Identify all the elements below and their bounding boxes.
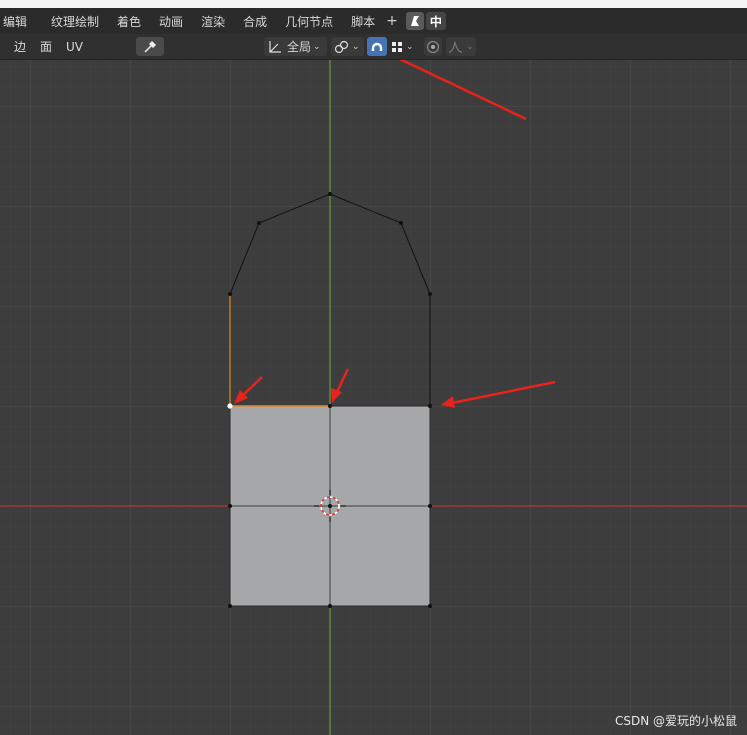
- eyedropper-icon[interactable]: [136, 37, 164, 56]
- snap-toggle-button[interactable]: [367, 37, 387, 56]
- chevron-down-icon: ⌄: [313, 41, 321, 52]
- tab-edit[interactable]: 编辑: [0, 13, 36, 30]
- tab-animation[interactable]: 动画: [150, 13, 192, 30]
- viewport-header: 边 面 UV 全局 ⌄ ⌄ ⌄ ⌄: [0, 34, 747, 60]
- active-vertex[interactable]: [227, 403, 233, 409]
- tab-rendering[interactable]: 渲染: [192, 13, 234, 30]
- select-mode-face[interactable]: 面: [38, 37, 54, 56]
- uv-menu[interactable]: UV: [64, 37, 85, 56]
- pivot-point-dropdown[interactable]: ⌄: [331, 37, 364, 56]
- window-top-strip: [0, 0, 747, 8]
- pivot-icon: [334, 40, 349, 53]
- transform-orientation-dropdown[interactable]: 全局 ⌄: [264, 37, 327, 56]
- magnet-icon: [371, 42, 383, 51]
- proportional-edit-button[interactable]: [424, 37, 442, 56]
- snap-vertex-icon: [392, 41, 402, 52]
- tab-compositing[interactable]: 合成: [234, 13, 276, 30]
- grid-major: [0, 60, 747, 735]
- transform-orientation-label: 全局: [287, 40, 312, 54]
- workspace-tabs-bar: 编辑 纹理绘制 着色 动画 渲染 合成 几何节点 脚本 + 中: [0, 8, 747, 34]
- select-mode-edge[interactable]: 边: [12, 37, 28, 56]
- snap-target-dropdown[interactable]: ⌄: [390, 37, 418, 56]
- language-toggle-button[interactable]: 中: [425, 12, 446, 30]
- tab-shading[interactable]: 着色: [108, 13, 150, 30]
- tab-texture-paint[interactable]: 纹理绘制: [42, 13, 108, 30]
- tab-geometry-nodes[interactable]: 几何节点: [276, 13, 342, 30]
- falloff-curve-icon: [448, 41, 463, 53]
- chevron-down-icon: ⌄: [466, 41, 474, 52]
- proportional-edit-icon: [426, 40, 440, 53]
- transform-orientation-icon: [269, 40, 281, 53]
- chevron-down-icon: ⌄: [352, 41, 360, 52]
- falloff-dropdown[interactable]: ⌄: [446, 37, 476, 56]
- scene-icon[interactable]: [405, 12, 424, 30]
- tab-scripting[interactable]: 脚本: [342, 13, 384, 30]
- 3d-viewport[interactable]: [0, 60, 747, 735]
- chevron-down-icon: ⌄: [406, 41, 414, 52]
- add-workspace-button[interactable]: +: [384, 13, 404, 29]
- watermark-text: CSDN @爱玩的小松鼠: [614, 714, 737, 728]
